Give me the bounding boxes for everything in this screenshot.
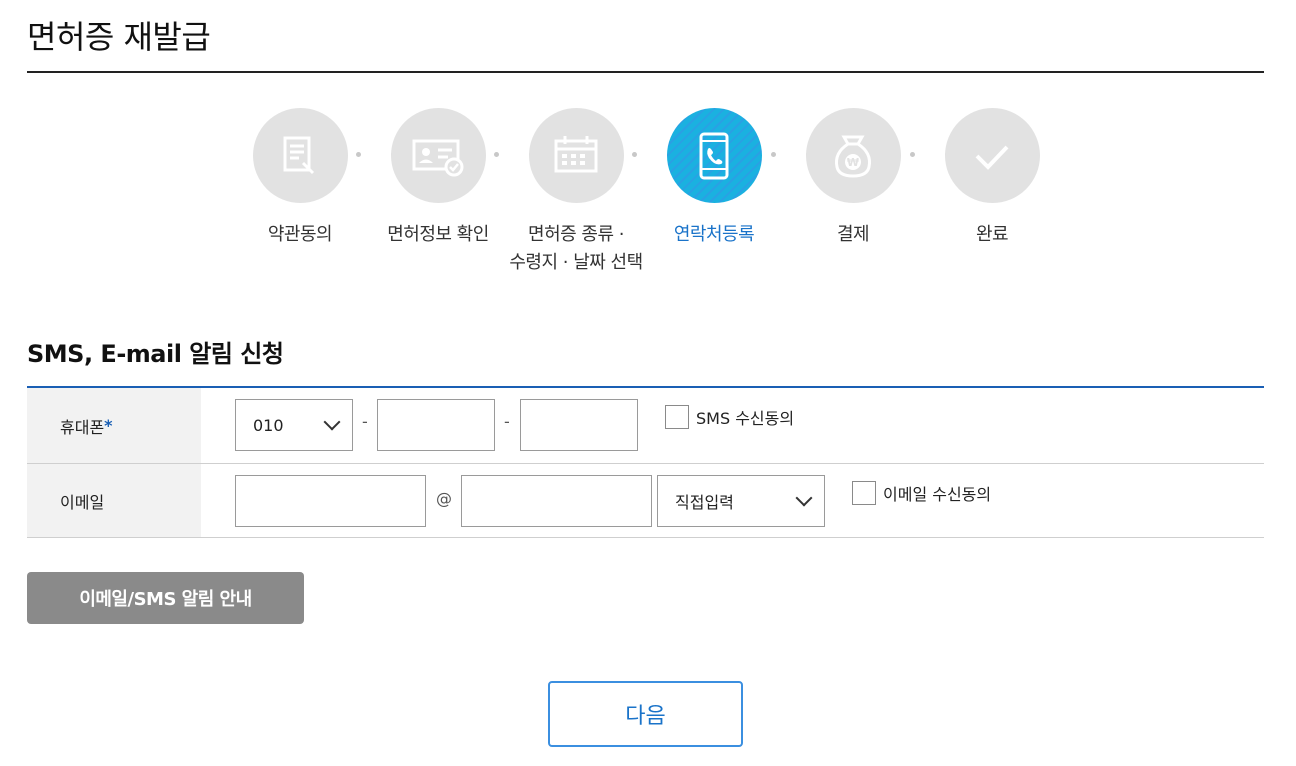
step-label: 면허증 종류 · 수령지 · 날짜 선택 [501,221,651,277]
phone-row: 휴대폰 * 010 - - SMS 수신동의 [27,388,1264,464]
id-card-check-icon [412,139,464,176]
phone-fields: 010 - - SMS 수신동의 [201,388,1264,463]
step-circle [528,108,624,203]
step-license-type-select: 면허증 종류 · 수령지 · 날짜 선택 [501,108,651,277]
step-label-line1: 면허증 종류 · [528,224,624,245]
email-consent-box[interactable] [852,481,876,505]
phone-separator: - [504,412,510,431]
sms-consent-box[interactable] [665,405,689,429]
email-id-input[interactable] [235,475,426,527]
phone-prefix-select[interactable]: 010 [235,399,353,451]
phone-label-text: 휴대폰 [60,417,105,437]
step-label: 결제 [836,224,870,245]
email-consent-label: 이메일 수신동의 [883,485,992,504]
step-terms-agreement: 약관동의 [225,108,375,249]
email-at-sign: @ [436,489,452,508]
email-domain-select[interactable]: 직접입력 [657,475,825,527]
step-license-info-check: 면허정보 확인 [363,108,513,249]
required-mark: * [104,416,113,435]
step-circle: ₩ [805,108,901,203]
email-fields: @ 직접입력 이메일 수신동의 [201,464,1264,537]
step-circle-active [666,108,762,203]
chevron-down-icon [795,489,813,507]
mobile-phone-icon [699,132,729,179]
email-consent-checkbox[interactable]: 이메일 수신동의 [852,481,991,505]
step-circle [944,108,1040,203]
step-label: 연락처등록 [673,224,755,245]
email-label: 이메일 [27,464,201,537]
progress-steps: 약관동의 면허정보 확인 면허증 종류 · 수령지 · 날짜 선택 연락처등록 … [0,108,1296,288]
step-label: 면허정보 확인 [387,224,489,245]
step-payment: ₩ 결제 [778,108,928,249]
step-label: 완료 [975,224,1009,245]
phone-middle-input[interactable] [377,399,495,451]
next-button[interactable]: 다음 [548,681,743,747]
step-circle [390,108,486,203]
email-domain-input[interactable] [461,475,652,527]
step-circle [252,108,348,203]
email-sms-notice-button[interactable]: 이메일/SMS 알림 안내 [27,572,304,624]
step-complete: 완료 [917,108,1067,249]
checkmark-icon [975,145,1009,170]
phone-separator: - [362,412,368,431]
sms-consent-label: SMS 수신동의 [696,409,795,428]
phone-prefix-value: 010 [253,415,284,435]
section-title: SMS, E-mail 알림 신청 [27,340,284,368]
money-bag-icon: ₩ [835,135,871,178]
chevron-down-icon [323,413,341,431]
email-row: 이메일 @ 직접입력 이메일 수신동의 [27,464,1264,538]
sms-consent-checkbox[interactable]: SMS 수신동의 [665,405,794,429]
phone-label: 휴대폰 * [27,388,201,463]
email-domain-select-value: 직접입력 [675,493,734,512]
page-title: 면허증 재발급 [27,18,211,56]
step-label: 약관동의 [267,224,333,245]
notification-form: 휴대폰 * 010 - - SMS 수신동의 이메일 @ 직접입력 이메일 수신… [27,386,1264,538]
document-edit-icon [283,136,315,174]
calendar-icon [554,135,598,172]
phone-last-input[interactable] [520,399,638,451]
step-label-line2: 수령지 · 날짜 선택 [509,252,643,273]
title-divider [27,71,1264,73]
svg-text:₩: ₩ [847,156,859,169]
step-contact-registration: 연락처등록 [639,108,789,249]
